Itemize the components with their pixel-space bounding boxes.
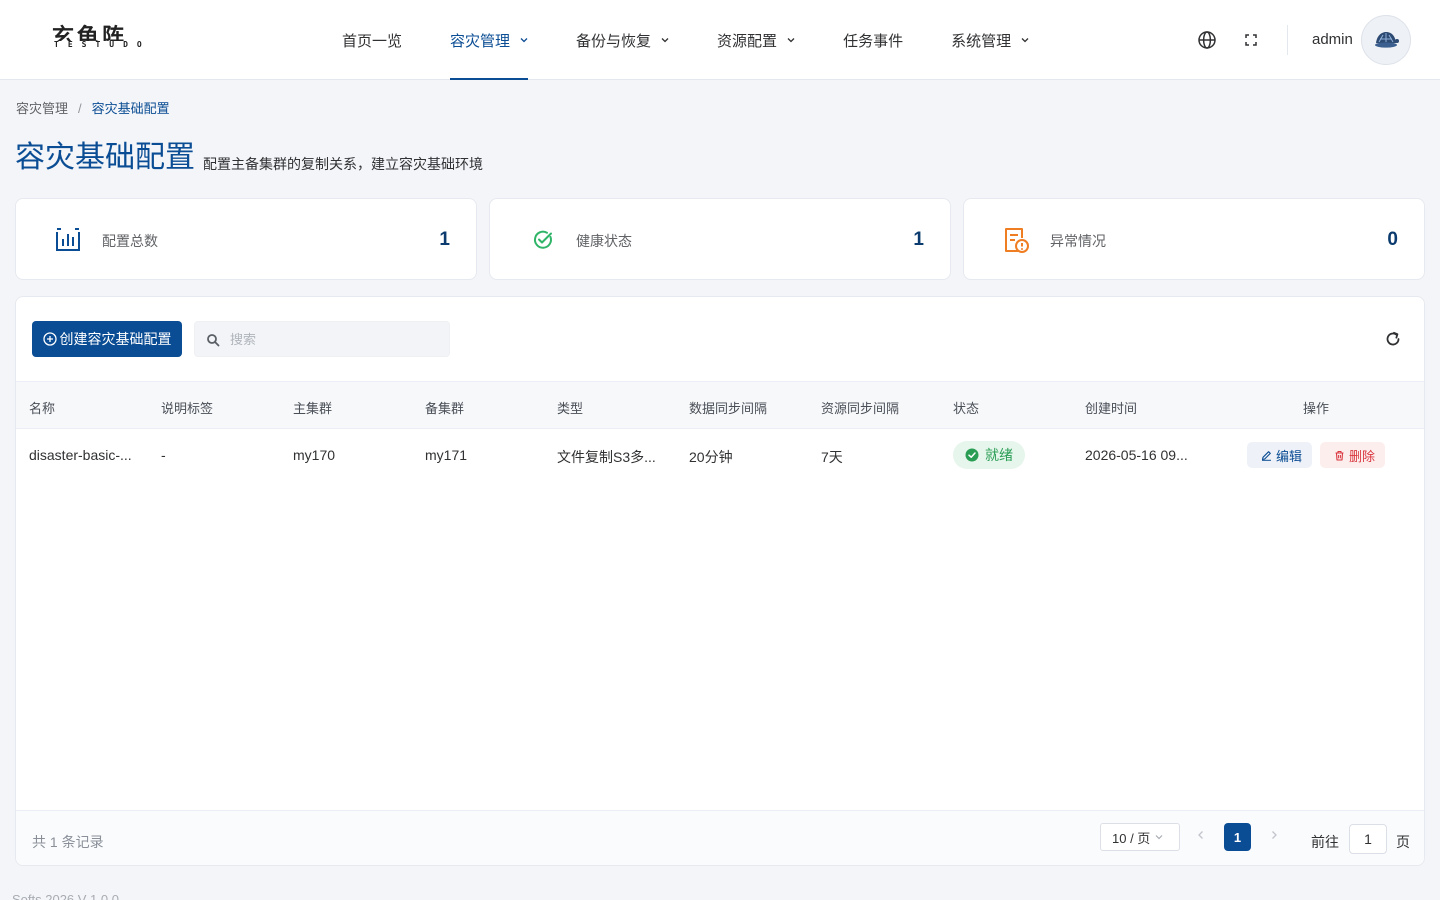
breadcrumb-parent[interactable]: 容灾管理 [16, 101, 68, 116]
page-title: 容灾基础配置 [15, 141, 195, 174]
nav-item-task-events[interactable]: 任务事件 [843, 0, 903, 80]
bar-chart-icon [56, 228, 80, 251]
nav-item-label: 资源配置 [717, 32, 778, 50]
nav-item-backup-restore[interactable]: 备份与恢复 [576, 0, 669, 80]
cell-resource-interval: 7天 [821, 449, 843, 465]
column-header-type: 类型 [557, 401, 584, 416]
nav-item-label: 首页一览 [342, 32, 403, 50]
stat-label: 健康状态 [576, 233, 632, 249]
status-badge: 就绪 [953, 441, 1025, 469]
stat-label: 配置总数 [102, 233, 158, 249]
stat-value: 1 [439, 229, 450, 250]
brand-logo[interactable]: 玄龟阵 TESTUDO [52, 26, 172, 54]
search-input[interactable] [230, 322, 440, 356]
stat-value: 0 [1387, 229, 1398, 250]
stat-label: 异常情况 [1050, 233, 1106, 249]
fullscreen-icon[interactable] [1241, 30, 1261, 50]
refresh-icon[interactable] [1384, 330, 1402, 348]
create-config-button[interactable]: 创建容灾基础配置 [32, 321, 182, 357]
table-row: disaster-basic-... - my170 my171 文件复制S3多… [16, 429, 1424, 481]
cell-primary-cluster: my170 [293, 447, 336, 463]
plus-circle-icon [42, 332, 57, 346]
goto-suffix: 页 [1396, 834, 1410, 850]
top-navbar: 玄龟阵 TESTUDO 首页一览 容灾管理 备份与恢复 资源配置 任务事件 系统… [0, 0, 1440, 80]
cell-data-interval: 20分钟 [689, 449, 733, 465]
page-size-value: 10 / 页 [1112, 830, 1151, 846]
avatar[interactable] [1361, 15, 1411, 65]
table-header: 名称 说明标签 主集群 备集群 类型 数据同步间隔 资源同步间隔 状态 创建时间… [16, 381, 1424, 429]
chevron-down-icon [661, 38, 669, 43]
check-circle-icon [533, 230, 552, 249]
column-header-tag: 说明标签 [161, 401, 214, 416]
alert-document-icon [1005, 228, 1029, 253]
column-header-status: 状态 [953, 401, 980, 416]
status-label: 就绪 [985, 447, 1013, 463]
column-header-resource-interval: 资源同步间隔 [821, 401, 900, 416]
stat-card-healthy: 健康状态 1 [489, 198, 951, 280]
breadcrumb-current: 容灾基础配置 [91, 101, 170, 116]
globe-icon[interactable] [1197, 30, 1217, 50]
next-page-icon[interactable] [1269, 830, 1279, 840]
column-header-name: 名称 [29, 401, 56, 416]
page-subtitle: 配置主备集群的复制关系，建立容灾基础环境 [203, 156, 483, 172]
footer-version: Softs 2026 V 1.0.0 [12, 892, 119, 900]
column-header-standby: 备集群 [425, 401, 465, 416]
edit-button[interactable]: 编辑 [1247, 442, 1313, 468]
nav-item-label: 备份与恢复 [576, 32, 652, 50]
cell-standby-cluster: my171 [425, 447, 468, 463]
cell-name: disaster-basic-... [29, 447, 132, 463]
column-header-primary: 主集群 [293, 401, 333, 416]
main-nav: 首页一览 容灾管理 备份与恢复 资源配置 任务事件 系统管理 [342, 0, 1077, 80]
delete-label: 删除 [1349, 448, 1376, 464]
breadcrumb-separator: / [78, 101, 82, 116]
delete-button[interactable]: 删除 [1320, 442, 1386, 468]
page-size-select[interactable]: 10 / 页 [1100, 823, 1180, 851]
column-header-actions: 操作 [1303, 401, 1330, 416]
turtle-avatar-icon [1375, 32, 1399, 48]
check-circle-icon [965, 448, 979, 462]
cell-tag: - [161, 447, 166, 463]
edit-label: 编辑 [1276, 448, 1303, 464]
column-header-created: 创建时间 [1085, 401, 1138, 416]
table-panel: 创建容灾基础配置 名称 说明标签 主集群 备集群 类型 数据同步间隔 资源同步间… [15, 296, 1425, 866]
pagination-bar: 共 1 条记录 10 / 页 1 前往 页 [16, 810, 1424, 865]
chevron-down-icon [1021, 38, 1029, 43]
nav-item-home[interactable]: 首页一览 [342, 0, 402, 80]
trash-icon [1335, 450, 1344, 461]
logo-text-en: TESTUDO [54, 40, 153, 49]
chevron-down-icon [520, 38, 528, 43]
search-box [194, 321, 450, 357]
column-header-data-interval: 数据同步间隔 [689, 401, 768, 416]
nav-item-label: 容灾管理 [450, 32, 511, 50]
chevron-down-icon [787, 38, 795, 43]
goto-page-input[interactable] [1349, 824, 1387, 854]
create-config-label: 创建容灾基础配置 [59, 331, 172, 347]
nav-item-system-admin[interactable]: 系统管理 [951, 0, 1029, 80]
pencil-icon [1261, 450, 1271, 461]
breadcrumb: 容灾管理 / 容灾基础配置 [16, 98, 170, 117]
stat-card-total: 配置总数 1 [15, 198, 477, 280]
nav-item-resource-config[interactable]: 资源配置 [717, 0, 795, 80]
prev-page-icon[interactable] [1196, 830, 1206, 840]
search-icon [207, 334, 220, 347]
chevron-down-icon [1155, 835, 1163, 840]
page-number-current[interactable]: 1 [1224, 823, 1251, 851]
header-divider [1287, 25, 1288, 55]
nav-item-disaster-recovery[interactable]: 容灾管理 [450, 0, 529, 80]
cell-created-time: 2026-05-16 09... [1085, 447, 1188, 463]
nav-item-label: 系统管理 [951, 32, 1012, 50]
stat-value: 1 [913, 229, 924, 250]
total-records: 共 1 条记录 [32, 834, 104, 850]
goto-label: 前往 [1311, 834, 1339, 850]
cell-type: 文件复制S3多... [557, 449, 656, 465]
stat-card-abnormal: 异常情况 0 [963, 198, 1425, 280]
nav-item-label: 任务事件 [843, 32, 904, 50]
username-label[interactable]: admin [1312, 31, 1353, 48]
